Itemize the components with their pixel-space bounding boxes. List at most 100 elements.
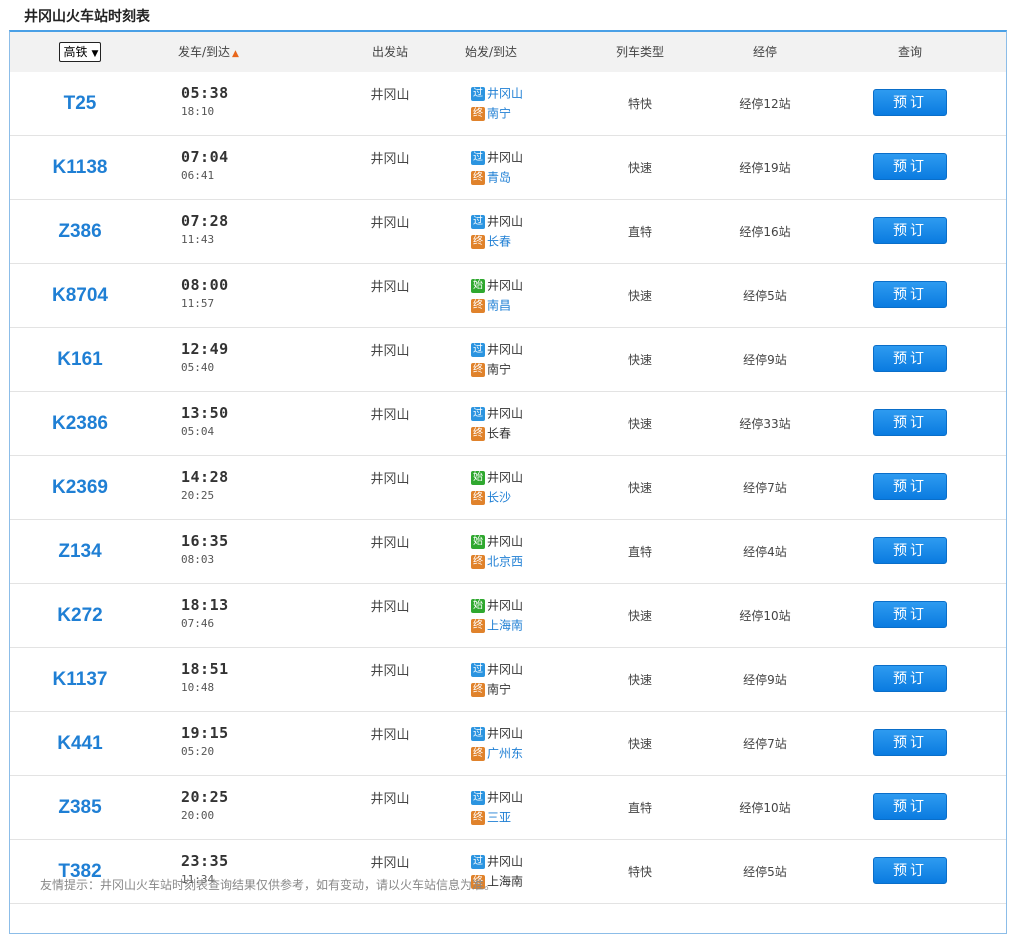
- stops-link[interactable]: 经停10站: [715, 584, 815, 648]
- train-number-link[interactable]: Z134: [10, 520, 150, 584]
- stops-link[interactable]: 经停9站: [715, 648, 815, 712]
- train-number-link[interactable]: Z385: [10, 776, 150, 840]
- book-button[interactable]: 预订: [873, 857, 947, 884]
- route-terminal-tag: 终: [471, 490, 485, 505]
- train-number-link[interactable]: K8704: [10, 264, 150, 328]
- header-query: 查询: [897, 45, 922, 59]
- header-stops: 经停: [752, 45, 777, 59]
- header-train-type: 列车类型: [615, 45, 664, 59]
- train-number-link[interactable]: T382: [10, 840, 150, 904]
- train-number-link[interactable]: Z386: [10, 200, 150, 264]
- train-number-link[interactable]: K2386: [10, 392, 150, 456]
- departure-time: 19:15: [181, 724, 229, 742]
- stops-link[interactable]: 经停19站: [715, 136, 815, 200]
- route-info: 过井冈山 终青岛: [471, 148, 523, 188]
- book-button[interactable]: 预订: [873, 345, 947, 372]
- departure-station: 井冈山: [370, 280, 410, 295]
- stops-link[interactable]: 经停7站: [715, 456, 815, 520]
- route-terminal: 南昌: [487, 298, 512, 313]
- route-origin: 井冈山: [487, 854, 524, 869]
- stops-link[interactable]: 经停12站: [715, 72, 815, 136]
- book-button[interactable]: 预订: [873, 281, 947, 308]
- departure-station: 井冈山: [370, 664, 410, 679]
- route-terminal: 北京西: [487, 554, 524, 569]
- stops-link[interactable]: 经停16站: [715, 200, 815, 264]
- timetable-panel: 高铁 ▼ 发车/到达 ▲ 出发站 始发/到达 列车类型 经停 查询 T25 05:3…: [9, 30, 1007, 934]
- arrival-time: 05:20: [181, 745, 215, 758]
- route-terminal: 南宁: [487, 682, 512, 697]
- train-number-link[interactable]: K1137: [10, 648, 150, 712]
- book-button[interactable]: 预订: [873, 793, 947, 820]
- train-type: 直特: [627, 801, 652, 815]
- table-row: K441 19:15 05:20 井冈山 过井冈山 终广州东 快速 经停7站 预…: [10, 712, 1006, 776]
- train-type: 快速: [627, 161, 652, 175]
- header-dep-arr-label: 发车/到达: [178, 45, 231, 59]
- stops-link[interactable]: 经停4站: [715, 520, 815, 584]
- route-terminal-tag: 终: [471, 746, 485, 761]
- stops-link[interactable]: 经停9站: [715, 328, 815, 392]
- route-terminal-tag: 终: [471, 810, 485, 825]
- route-terminal-tag: 终: [471, 362, 485, 377]
- route-origin-tag: 过: [471, 150, 485, 165]
- train-type: 快速: [627, 609, 652, 623]
- route-origin: 井冈山: [487, 406, 524, 421]
- route-origin: 井冈山: [487, 86, 524, 101]
- book-button[interactable]: 预订: [873, 601, 947, 628]
- stops-link[interactable]: 经停33站: [715, 392, 815, 456]
- route-terminal-tag: 终: [471, 554, 485, 569]
- arrival-time: 10:48: [181, 681, 215, 694]
- book-button[interactable]: 预订: [873, 665, 947, 692]
- stops-link[interactable]: 经停5站: [715, 264, 815, 328]
- table-row: K161 12:49 05:40 井冈山 过井冈山 终南宁 快速 经停9站 预订: [10, 328, 1006, 392]
- train-type: 特快: [627, 865, 652, 879]
- header-filter-cell: 高铁 ▼: [10, 32, 150, 72]
- stops-link[interactable]: 经停7站: [715, 712, 815, 776]
- page-title: 井冈山火车站时刻表: [24, 9, 150, 25]
- arrival-time: 08:03: [181, 553, 215, 566]
- train-number-link[interactable]: K272: [10, 584, 150, 648]
- book-button[interactable]: 预订: [873, 89, 947, 116]
- train-number-link[interactable]: K2369: [10, 456, 150, 520]
- book-button[interactable]: 预订: [873, 409, 947, 436]
- departure-station: 井冈山: [370, 600, 410, 615]
- route-info: 过井冈山 终长春: [471, 404, 523, 444]
- arrival-time: 20:00: [181, 809, 215, 822]
- route-terminal-tag: 终: [471, 618, 485, 633]
- departure-station: 井冈山: [370, 728, 410, 743]
- train-type: 快速: [627, 673, 652, 687]
- book-button[interactable]: 预订: [873, 537, 947, 564]
- book-button[interactable]: 预订: [873, 473, 947, 500]
- arrival-time: 20:25: [181, 489, 215, 502]
- train-type: 快速: [627, 481, 652, 495]
- book-button[interactable]: 预订: [873, 729, 947, 756]
- departure-station: 井冈山: [370, 856, 410, 871]
- train-number-link[interactable]: T25: [10, 72, 150, 136]
- departure-time: 07:28: [181, 212, 229, 230]
- train-number-link[interactable]: K1138: [10, 136, 150, 200]
- route-terminal: 长沙: [487, 490, 512, 505]
- route-origin: 井冈山: [487, 598, 524, 613]
- train-type: 快速: [627, 289, 652, 303]
- route-origin-tag: 始: [471, 598, 485, 613]
- book-button[interactable]: 预订: [873, 153, 947, 180]
- book-button[interactable]: 预订: [873, 217, 947, 244]
- arrival-time: 07:46: [181, 617, 215, 630]
- route-origin: 井冈山: [487, 214, 524, 229]
- train-number-link[interactable]: K441: [10, 712, 150, 776]
- train-type-select[interactable]: 高铁 ▼: [58, 42, 102, 62]
- train-type: 快速: [627, 353, 652, 367]
- departure-station: 井冈山: [370, 344, 410, 359]
- arrival-time: 18:10: [181, 105, 215, 118]
- train-number-link[interactable]: K161: [10, 328, 150, 392]
- header-dep-arr[interactable]: 发车/到达 ▲: [178, 32, 338, 72]
- train-type: 快速: [627, 737, 652, 751]
- route-terminal-tag: 终: [471, 682, 485, 697]
- departure-time: 18:13: [181, 596, 229, 614]
- stops-link[interactable]: 经停10站: [715, 776, 815, 840]
- departure-time: 18:51: [181, 660, 229, 678]
- chevron-down-icon: ▼: [91, 49, 99, 59]
- stops-link[interactable]: 经停5站: [715, 840, 815, 904]
- table-row: K8704 08:00 11:57 井冈山 始井冈山 终南昌 快速 经停5站 预…: [10, 264, 1006, 328]
- route-info: 过井冈山 终广州东: [471, 724, 523, 764]
- route-origin: 井冈山: [487, 790, 524, 805]
